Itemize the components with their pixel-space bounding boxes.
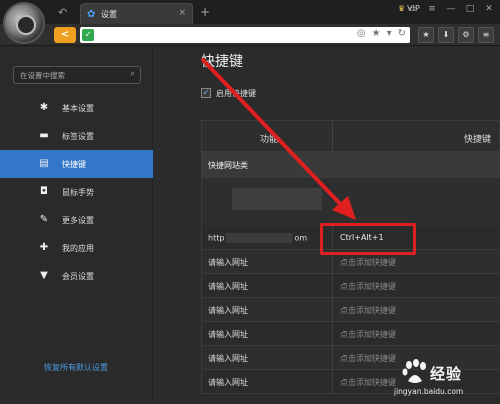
header-divider	[332, 121, 333, 153]
row-divider	[332, 298, 333, 322]
redacted-url	[226, 233, 293, 243]
sidebar-item-apps[interactable]: ✚ 我的应用	[0, 234, 153, 262]
sidebar-item-label: 基本设置	[62, 104, 94, 113]
tab-icon: ▬	[39, 130, 49, 141]
paw-logo-icon	[402, 359, 426, 383]
url-tools: ◎ ★ ▾ ↻	[357, 28, 406, 39]
sidebar-item-mouse-gestures[interactable]: ◘ 鼠标手势	[0, 178, 153, 206]
download-icon[interactable]: ⬇	[438, 27, 454, 43]
gear-icon: ✱	[39, 102, 49, 113]
table-row: 请输入网址 点击添加快捷键	[201, 322, 500, 346]
dropdown-icon[interactable]: ▾	[387, 28, 392, 39]
page-title: 快捷键	[201, 54, 243, 70]
extension-icon[interactable]: ⚙	[458, 27, 474, 43]
site-url-cell[interactable]: 请输入网址	[208, 377, 248, 388]
sidebar-item-label: 快捷键	[62, 160, 86, 169]
site-url-cell[interactable]: http om	[208, 233, 307, 243]
toolbar-buttons: ★ ⬇ ⚙ ≡	[418, 27, 494, 43]
shortcut-cell[interactable]: 点击添加快捷键	[340, 353, 396, 364]
baidu-jingyan-watermark: 经验 jingyan.baidu.com	[390, 355, 496, 401]
favorite-star-icon[interactable]: ★	[372, 28, 381, 39]
keyboard-icon: ▤	[39, 158, 49, 169]
maximize-icon[interactable]: □	[463, 4, 477, 14]
site-url-suffix: om	[294, 233, 308, 243]
sidebar-item-label: 标签设置	[62, 132, 94, 141]
site-url-cell[interactable]: 请输入网址	[208, 329, 248, 340]
tab-title: 设置	[101, 10, 117, 19]
redacted-block	[232, 188, 322, 210]
row-divider	[332, 346, 333, 370]
section-label: 快捷网站类	[208, 161, 248, 170]
back-button[interactable]: <	[54, 27, 76, 43]
table-row: 请输入网址 点击添加快捷键	[201, 274, 500, 298]
search-icon[interactable]: ⌕	[130, 69, 135, 79]
skin-icon[interactable]: ▭	[406, 4, 420, 14]
column-header-shortcut: 快捷键	[464, 135, 492, 145]
site-url-prefix: http	[208, 233, 225, 243]
url-input[interactable]: ✓ ◎ ★ ▾ ↻	[80, 27, 410, 43]
shortcut-cell[interactable]: 点击添加快捷键	[340, 329, 396, 340]
tab-settings[interactable]: ✿ 设置 ×	[80, 3, 193, 24]
crown-icon: ♛	[398, 4, 406, 13]
settings-search: ⌕	[13, 66, 141, 84]
undo-close-tab-icon[interactable]: ↶	[58, 6, 67, 19]
restore-defaults-link[interactable]: 恢复所有默认设置	[44, 362, 108, 373]
sidebar-item-label: 我的应用	[62, 244, 94, 253]
sidebar-item-label: 会员设置	[62, 272, 94, 281]
site-url-cell[interactable]: 请输入网址	[208, 257, 248, 268]
sidebar-item-more[interactable]: ✎ 更多设置	[0, 206, 153, 234]
row-divider	[332, 274, 333, 298]
browser-logo	[3, 2, 45, 44]
sidebar-item-tabs[interactable]: ▬ 标签设置	[0, 122, 153, 150]
highlight-box	[320, 223, 416, 255]
blank-row	[201, 178, 500, 226]
shortcut-cell[interactable]: 点击添加快捷键	[340, 305, 396, 316]
secure-check-icon: ✓	[82, 29, 94, 41]
table-row: 请输入网址 点击添加快捷键	[201, 298, 500, 322]
watermark-url: jingyan.baidu.com	[394, 387, 464, 396]
settings-sidebar: ⌕ ✱ 基本设置 ▬ 标签设置 ▤ 快捷键 ◘ 鼠标手势 ✎ 更多设置 ✚ 我的…	[0, 46, 153, 404]
row-divider	[332, 370, 333, 394]
sidebar-item-vip[interactable]: ▼ 会员设置	[0, 262, 153, 290]
sidebar-item-label: 鼠标手势	[62, 188, 94, 197]
wrench-icon: ✎	[39, 214, 49, 225]
minimize-icon[interactable]: —	[444, 4, 458, 14]
mouse-icon: ◘	[40, 186, 48, 197]
enable-shortcuts-checkbox[interactable]: ✓	[201, 88, 211, 98]
sidebar-item-shortcuts[interactable]: ▤ 快捷键	[0, 150, 153, 178]
new-tab-button[interactable]: +	[200, 5, 210, 19]
settings-gear-icon: ✿	[87, 9, 96, 20]
shortcut-cell[interactable]: 点击添加快捷键	[340, 257, 396, 268]
sidebar-item-basic[interactable]: ✱ 基本设置	[0, 94, 153, 122]
settings-menu: ✱ 基本设置 ▬ 标签设置 ▤ 快捷键 ◘ 鼠标手势 ✎ 更多设置 ✚ 我的应用…	[0, 94, 153, 290]
shortcut-cell[interactable]: 点击添加快捷键	[340, 281, 396, 292]
tab-close-icon[interactable]: ×	[178, 8, 186, 18]
shortcut-cell[interactable]: 点击添加快捷键	[340, 377, 396, 388]
puzzle-icon: ✚	[39, 242, 49, 253]
close-window-icon[interactable]: ✕	[482, 4, 496, 14]
title-bar: ↶ ✿ 设置 × + ♛ VIP ▭ ≡ — □ ✕	[0, 0, 500, 44]
site-url-cell[interactable]: 请输入网址	[208, 353, 248, 364]
vip-icon: ▼	[40, 270, 48, 281]
table-header: 功能 快捷键	[201, 120, 500, 153]
favorites-star-icon[interactable]: ★	[418, 27, 434, 43]
sidebar-item-label: 更多设置	[62, 216, 94, 225]
address-bar: < ✓ ◎ ★ ▾ ↻ ★ ⬇ ⚙ ≡	[0, 24, 500, 46]
shortcut-table: 功能 快捷键 快捷网站类 http om Ctrl+Alt+1 请输入网址 点击添…	[201, 120, 500, 394]
watermark-brand: 经验	[430, 365, 463, 383]
search-input[interactable]	[14, 67, 124, 83]
enable-shortcuts-label: 启用快捷键	[216, 89, 256, 98]
refresh-icon[interactable]: ↻	[398, 28, 406, 39]
window-controls: ▭ ≡ — □ ✕	[406, 4, 496, 14]
compat-mode-icon[interactable]: ◎	[357, 28, 366, 39]
site-url-cell[interactable]: 请输入网址	[208, 281, 248, 292]
column-header-function: 功能	[260, 135, 279, 145]
site-url-cell[interactable]: 请输入网址	[208, 305, 248, 316]
row-divider	[332, 322, 333, 346]
section-header-row: 快捷网站类	[201, 152, 500, 178]
menu-icon[interactable]: ≡	[425, 4, 439, 14]
more-menu-icon[interactable]: ≡	[478, 27, 494, 43]
